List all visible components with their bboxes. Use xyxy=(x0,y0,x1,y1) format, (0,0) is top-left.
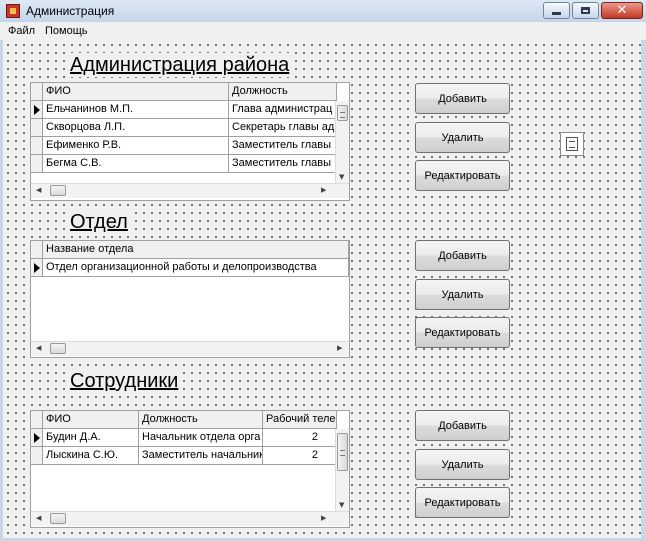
non-visual-component-icon[interactable] xyxy=(560,132,584,156)
department-delete-button[interactable]: Удалить xyxy=(415,279,510,310)
scroll-down-icon[interactable]: ▼ xyxy=(339,500,344,510)
department-grid-horizontal-scrollbar[interactable]: ◀ ▶ xyxy=(31,341,349,356)
scroll-right-icon[interactable]: ▶ xyxy=(337,343,342,353)
table-row[interactable]: Будин Д.А. Начальник отдела орга 2 xyxy=(31,429,337,447)
admin-grid-vertical-scrollbar[interactable]: ▼ xyxy=(335,101,349,183)
cell-fio[interactable]: Бегма С.В. xyxy=(43,155,229,173)
close-icon: ✕ xyxy=(616,3,628,18)
cell-department-name[interactable]: Отдел организационной работы и делопроиз… xyxy=(43,259,349,277)
cell-position[interactable]: Глава администрац xyxy=(229,101,337,119)
row-selector-arrow-icon xyxy=(33,432,40,443)
cell-position[interactable]: Секретарь главы ад xyxy=(229,119,337,137)
row-selector[interactable] xyxy=(31,447,43,465)
department-add-button[interactable]: Добавить xyxy=(415,240,510,271)
cell-work-phone[interactable]: 2 xyxy=(263,429,337,447)
menu-item-help[interactable]: Помощь xyxy=(45,25,88,37)
scroll-thumb[interactable] xyxy=(337,433,348,471)
cell-position[interactable]: Заместитель главы xyxy=(229,137,337,155)
scroll-right-icon[interactable]: ▶ xyxy=(321,513,326,523)
column-header-department-name[interactable]: Название отдела xyxy=(43,241,349,259)
cell-position[interactable]: Заместитель главы xyxy=(229,155,337,173)
cell-position[interactable]: Заместитель начальник xyxy=(139,447,263,465)
employees-section-title: Сотрудники xyxy=(68,369,181,393)
row-selector[interactable] xyxy=(31,155,43,173)
scroll-left-icon[interactable]: ◀ xyxy=(36,185,41,195)
header-corner xyxy=(31,83,43,101)
row-selector[interactable] xyxy=(31,101,43,119)
admin-grid-header: ФИО Должность xyxy=(31,83,337,101)
column-header-work-phone[interactable]: Рабочий теле xyxy=(263,411,337,429)
scroll-thumb[interactable] xyxy=(50,185,66,196)
employees-delete-button[interactable]: Удалить xyxy=(415,449,510,480)
admin-grid[interactable]: ФИО Должность Ельчанинов М.П. Глава адми… xyxy=(30,82,350,201)
employees-edit-button[interactable]: Редактировать xyxy=(415,487,510,518)
department-edit-button[interactable]: Редактировать xyxy=(415,317,510,348)
row-selector[interactable] xyxy=(31,137,43,155)
cell-fio[interactable]: Будин Д.А. xyxy=(43,429,139,447)
row-selector-arrow-icon xyxy=(33,262,40,273)
table-row[interactable]: Скворцова Л.П. Секретарь главы ад xyxy=(31,119,337,137)
menu-item-file[interactable]: Файл xyxy=(8,25,35,37)
maximize-icon xyxy=(581,7,590,14)
title-bar[interactable]: Администрация ✕ xyxy=(0,0,646,23)
employees-add-button[interactable]: Добавить xyxy=(415,410,510,441)
menu-bar: Файл Помощь xyxy=(0,22,646,40)
employees-grid[interactable]: ФИО Должность Рабочий теле Будин Д.А. На… xyxy=(30,410,350,528)
scroll-right-icon[interactable]: ▶ xyxy=(321,185,326,195)
scroll-thumb[interactable] xyxy=(50,343,66,354)
scroll-thumb[interactable] xyxy=(337,105,348,121)
cell-work-phone[interactable]: 2 xyxy=(263,447,337,465)
cell-fio[interactable]: Лыскина С.Ю. xyxy=(43,447,139,465)
row-selector-arrow-icon xyxy=(33,104,40,115)
cell-fio[interactable]: Ефименко Р.В. xyxy=(43,137,229,155)
admin-edit-button[interactable]: Редактировать xyxy=(415,160,510,191)
admin-section-title: Администрация района xyxy=(68,53,292,77)
window-title: Администрация xyxy=(26,4,115,18)
column-header-fio[interactable]: ФИО xyxy=(43,83,229,101)
admin-add-button[interactable]: Добавить xyxy=(415,83,510,114)
column-header-position[interactable]: Должность xyxy=(229,83,337,101)
window-border-right xyxy=(641,40,646,541)
close-button[interactable]: ✕ xyxy=(601,2,643,19)
employees-grid-horizontal-scrollbar[interactable]: ◀ ▶ xyxy=(31,511,349,526)
header-corner xyxy=(31,241,43,259)
scroll-left-icon[interactable]: ◀ xyxy=(36,513,41,523)
row-selector[interactable] xyxy=(31,429,43,447)
cell-fio[interactable]: Ельчанинов М.П. xyxy=(43,101,229,119)
table-row[interactable]: Бегма С.В. Заместитель главы xyxy=(31,155,337,173)
employees-grid-vertical-scrollbar[interactable]: ▼ xyxy=(335,429,349,511)
app-icon xyxy=(6,4,20,18)
scroll-left-icon[interactable]: ◀ xyxy=(36,343,41,353)
header-corner xyxy=(31,411,43,429)
admin-delete-button[interactable]: Удалить xyxy=(415,122,510,153)
scroll-down-icon[interactable]: ▼ xyxy=(339,172,344,182)
cell-position[interactable]: Начальник отдела орга xyxy=(139,429,263,447)
cell-fio[interactable]: Скворцова Л.П. xyxy=(43,119,229,137)
table-row[interactable]: Лыскина С.Ю. Заместитель начальник 2 xyxy=(31,447,337,465)
table-row[interactable]: Ельчанинов М.П. Глава администрац xyxy=(31,101,337,119)
employees-grid-header: ФИО Должность Рабочий теле xyxy=(31,411,337,429)
minimize-button[interactable] xyxy=(543,2,570,19)
admin-grid-horizontal-scrollbar[interactable]: ◀ ▶ xyxy=(31,183,349,198)
column-header-fio[interactable]: ФИО xyxy=(43,411,139,429)
row-selector[interactable] xyxy=(31,259,43,277)
table-row[interactable]: Отдел организационной работы и делопроиз… xyxy=(31,259,349,277)
department-grid-header: Название отдела xyxy=(31,241,349,259)
scroll-thumb[interactable] xyxy=(50,513,66,524)
column-header-position[interactable]: Должность xyxy=(139,411,263,429)
department-section-title: Отдел xyxy=(68,210,130,234)
table-row[interactable]: Ефименко Р.В. Заместитель главы xyxy=(31,137,337,155)
minimize-icon xyxy=(552,12,561,15)
department-grid[interactable]: Название отдела Отдел организационной ра… xyxy=(30,240,350,358)
row-selector[interactable] xyxy=(31,119,43,137)
maximize-button[interactable] xyxy=(572,2,599,19)
